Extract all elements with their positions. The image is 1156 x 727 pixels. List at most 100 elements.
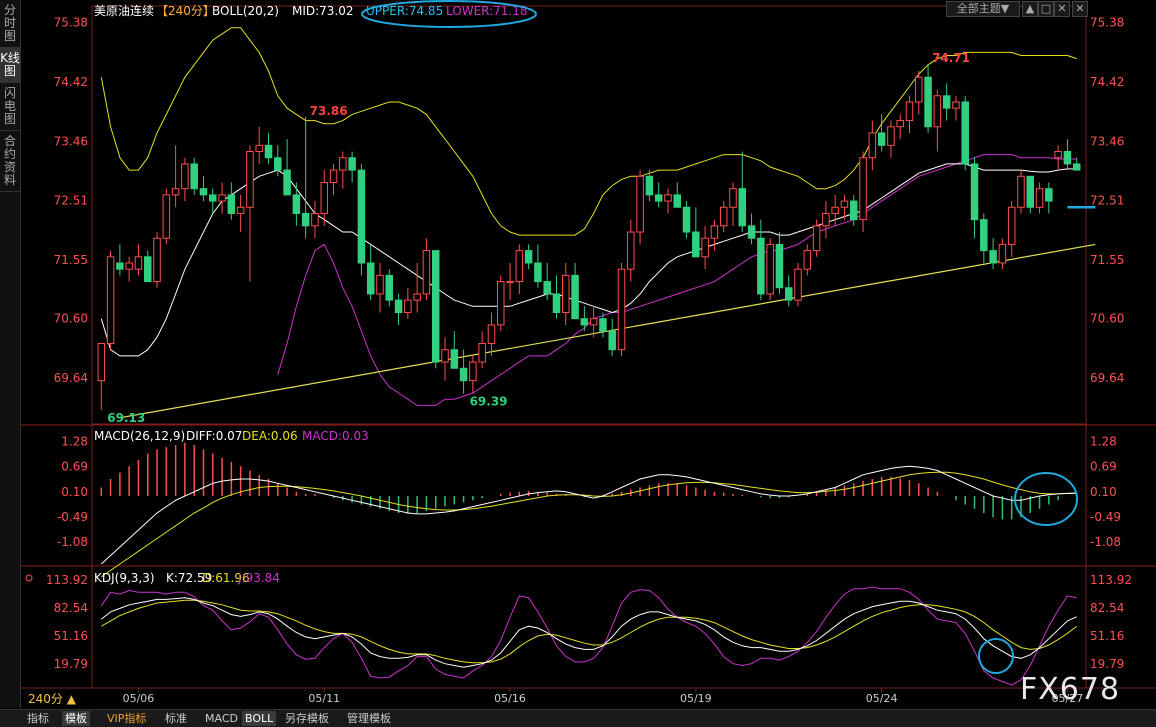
theme-dropdown[interactable]: 全部主题▼	[946, 1, 1020, 17]
candle-body	[376, 274, 384, 295]
candle-body	[729, 188, 737, 208]
low-annotation: 69.39	[470, 395, 508, 409]
scroll-up-button[interactable]: ▲	[1022, 1, 1038, 17]
candle-body	[692, 231, 700, 258]
tab-timeshare[interactable]: 分时图	[0, 0, 20, 48]
y-tick-label: 51.16	[1090, 629, 1124, 643]
candle-body	[162, 194, 171, 239]
candle-body	[153, 237, 161, 283]
candle-body	[868, 132, 877, 159]
candle-body	[469, 361, 477, 382]
candle-body	[190, 163, 198, 190]
period-label: 【240分】	[156, 4, 215, 18]
candle-body	[125, 262, 133, 270]
candle-body	[654, 194, 663, 202]
candle-body	[738, 188, 747, 227]
candle-body	[784, 287, 793, 301]
candle-body	[710, 225, 719, 239]
candle-body	[812, 225, 821, 252]
candle-body	[822, 212, 830, 227]
candle-body	[1007, 206, 1016, 245]
candle-body	[301, 212, 310, 227]
panel-marker-icon	[25, 574, 33, 582]
candle-body	[413, 293, 421, 301]
x-tick-label: 05/06	[123, 692, 155, 705]
candle-body	[831, 206, 839, 214]
candle-body	[264, 144, 273, 159]
bottom-toolbar: 指标 模板 VIP指标 标准 MACD BOLL 另存模板 管理模板	[0, 709, 1156, 727]
tab-indicators[interactable]: 指标	[24, 711, 52, 726]
maximize-button[interactable]: □	[1038, 1, 1054, 17]
candle-body	[506, 281, 514, 284]
y-tick-label: 71.55	[1090, 253, 1124, 267]
y-tick-label: 19.79	[1090, 657, 1124, 671]
candle-body	[236, 206, 245, 214]
candle-body	[887, 126, 895, 146]
kdj-j-line	[100, 586, 1077, 686]
tab-contract-info[interactable]: 合约资料	[0, 131, 20, 192]
candle-body	[339, 157, 347, 171]
candle-body	[877, 132, 886, 146]
x-tick-label: 05/16	[494, 692, 526, 705]
candle-body	[1045, 188, 1053, 202]
candle-body	[952, 101, 960, 109]
macd-legend-entry: DIFF:0.07	[186, 429, 242, 443]
tab-kline[interactable]: K线图	[0, 48, 20, 83]
period-selector[interactable]: 240分 ▲	[28, 690, 76, 707]
candle-body	[747, 225, 756, 239]
y-tick-label: 1.28	[1090, 435, 1117, 449]
candle-body	[775, 243, 784, 289]
tab-vip-indicators[interactable]: VIP指标	[104, 711, 149, 726]
y-tick-label: 69.64	[1090, 371, 1124, 385]
candle-body	[933, 95, 942, 128]
y-tick-label: 74.42	[54, 75, 88, 89]
candle-body	[171, 188, 180, 196]
tab-save-template[interactable]: 另存模板	[282, 711, 332, 726]
tab-flash[interactable]: 闪电图	[0, 83, 20, 131]
close-icon[interactable]: ✕	[1072, 1, 1088, 17]
trend-line	[119, 243, 1096, 419]
y-tick-label: 75.38	[1090, 16, 1124, 30]
chart-title: 美原油连续	[94, 3, 154, 18]
x-tick-label: 05/11	[308, 692, 340, 705]
close-button[interactable]: ✕	[1054, 1, 1070, 17]
tab-macd[interactable]: MACD	[202, 711, 241, 726]
candle-body	[181, 163, 189, 190]
candle-body	[209, 194, 217, 202]
candle-body	[134, 256, 143, 270]
candle-body	[970, 163, 979, 221]
candle-body	[664, 194, 672, 202]
candle-body	[404, 299, 412, 314]
tab-standard[interactable]: 标准	[162, 711, 190, 726]
y-tick-label: -0.49	[1090, 510, 1121, 524]
x-tick-label: 05/19	[680, 692, 712, 705]
candle-body	[701, 237, 709, 258]
tab-boll[interactable]: BOLL	[242, 711, 277, 726]
candle-body	[599, 318, 607, 332]
y-tick-label: 0.69	[61, 460, 88, 474]
y-tick-label: -1.08	[1090, 535, 1121, 549]
macd-legend-entry: MACD:0.03	[302, 429, 369, 443]
y-tick-label: 73.46	[1090, 135, 1124, 149]
y-tick-label: 70.60	[1090, 312, 1124, 326]
candle-body	[320, 181, 328, 214]
candle-body	[1072, 163, 1081, 171]
candle-body	[394, 299, 403, 314]
candle-body	[143, 256, 152, 283]
y-tick-label: 74.42	[1090, 75, 1124, 89]
candle-body	[246, 151, 254, 208]
candle-body	[524, 250, 533, 264]
tab-templates[interactable]: 模板	[62, 711, 90, 726]
candle-body	[645, 175, 654, 196]
low-annotation: 69.13	[107, 411, 145, 425]
kdj-legend-entry: J:93.84	[237, 571, 280, 585]
candle-body	[571, 274, 579, 320]
high-annotation: 73.86	[310, 104, 348, 118]
macd-title: MACD(26,12,9)	[94, 429, 185, 443]
candle-body	[1035, 188, 1044, 208]
candle-body	[719, 206, 728, 227]
tab-manage-template[interactable]: 管理模板	[344, 711, 394, 726]
candle-body	[1063, 151, 1072, 165]
candle-body	[227, 194, 236, 214]
y-tick-label: 82.54	[54, 601, 88, 615]
